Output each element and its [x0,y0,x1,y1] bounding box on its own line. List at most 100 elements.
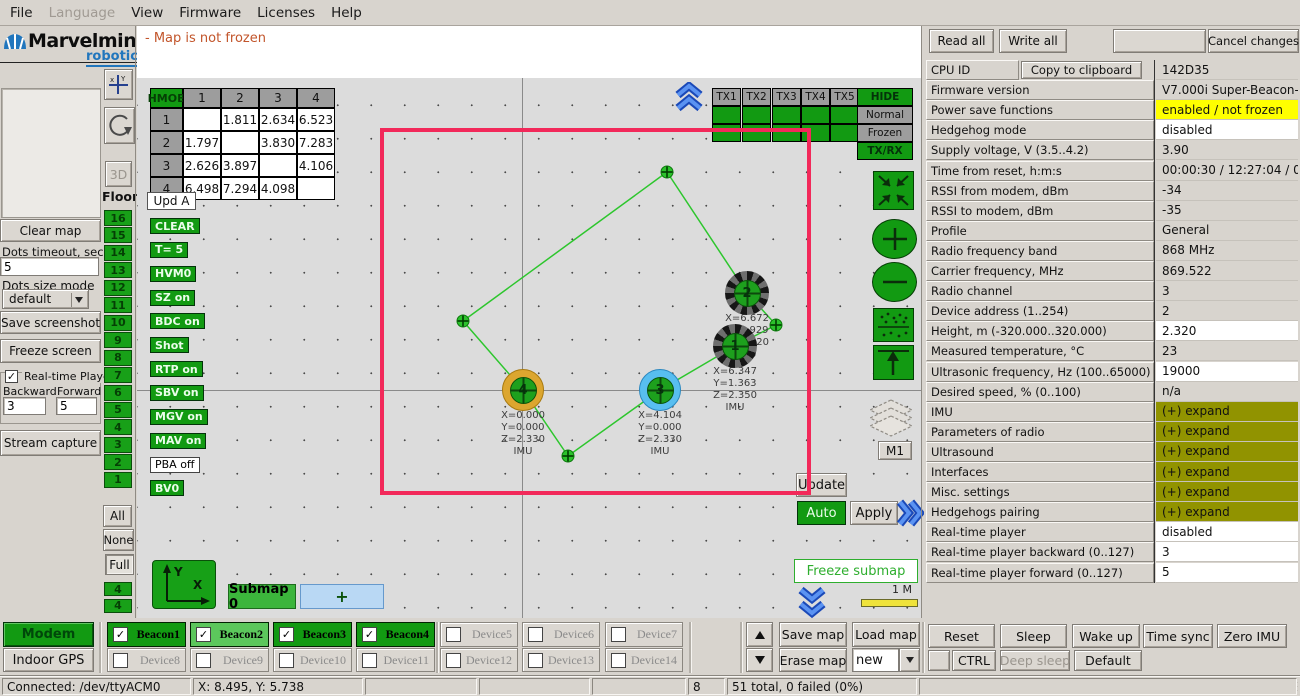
param-label-ultrasonic-frequency-hz-100-65000-[interactable]: Ultrasonic frequency, Hz (100..65000) [926,362,1154,382]
tx-side-normal[interactable]: Normal [857,106,913,124]
chevron-down-icon[interactable] [71,293,85,307]
param-label-rssi-to-modem-dbm[interactable]: RSSI to modem, dBm [926,201,1154,221]
param-value-interfaces[interactable]: (+) expand [1156,462,1298,482]
map-button-sbv-on[interactable]: SBV on [150,385,204,401]
map-name-dropdown-button[interactable] [899,648,920,672]
param-label-real-time-player[interactable]: Real-time player [926,522,1154,542]
map-button-bv0[interactable]: BV0 [150,480,184,496]
floor-button-12[interactable]: 12 [104,280,132,296]
tx-side-frozen[interactable]: Frozen [857,124,913,142]
reset-button[interactable]: Reset [928,624,995,648]
param-value-height-m-320-000-320-000-[interactable]: 2.320 [1156,321,1298,341]
param-label-ultrasound[interactable]: Ultrasound [926,442,1154,462]
floor-button-16[interactable]: 16 [104,210,132,226]
param-label-supply-voltage-v-3-5-4-2-[interactable]: Supply voltage, V (3.5..4.2) [926,140,1154,160]
floor-button-9[interactable]: 9 [104,332,132,348]
floor-button-11[interactable]: 11 [104,297,132,313]
copy-to-clipboard-button[interactable]: Copy to clipboard [1021,61,1142,79]
tx-cell[interactable] [830,124,859,142]
auto-button[interactable]: Auto [797,501,846,525]
tx-side-hide[interactable]: HIDE [857,88,913,106]
param-label-misc-settings[interactable]: Misc. settings [926,482,1154,502]
tx-side-tx-rx[interactable]: TX/RX [857,142,913,160]
map-button-rtp-on[interactable]: RTP on [150,361,203,377]
floors-all-button[interactable]: All [103,505,132,527]
map-button-sz-on[interactable]: SZ on [150,290,195,306]
param-value-real-time-player-forward-0-127-[interactable]: 5 [1156,563,1298,583]
device-cell-device7[interactable]: Device7 [605,622,683,647]
menu-help[interactable]: Help [331,5,362,21]
param-label-parameters-of-radio[interactable]: Parameters of radio [926,422,1154,442]
scroll-devices-up-button[interactable] [746,622,773,647]
floor-button-6[interactable]: 6 [104,385,132,401]
floor-button-1[interactable]: 1 [104,472,132,488]
dots-mode-button[interactable] [873,308,914,342]
zero-imu-button[interactable]: Zero IMU [1217,624,1287,648]
floor-button-15[interactable]: 15 [104,227,132,243]
axes-view-button[interactable]: x Y [104,69,133,100]
stream-capture-button[interactable]: Stream capture [0,430,101,456]
backward-input[interactable] [3,397,46,415]
wake-up-button[interactable]: Wake up [1072,624,1140,648]
sleep-button[interactable]: Sleep [1000,624,1067,648]
layers-icon[interactable] [866,398,916,440]
ctrl-button[interactable]: CTRL [952,650,996,671]
map-button-shot[interactable]: Shot [150,337,189,353]
device-cell-device10[interactable]: Device10 [273,648,352,672]
beacon-cell-beacon4[interactable]: ✓Beacon4 [356,622,435,647]
param-label-interfaces[interactable]: Interfaces [926,462,1154,482]
checked-checkbox[interactable]: ✓ [196,627,211,642]
param-label-time-from-reset-h-m-s[interactable]: Time from reset, h:m:s [926,161,1154,181]
param-label-radio-channel[interactable]: Radio channel [926,281,1154,301]
tx-cell[interactable] [772,106,801,124]
scroll-devices-down-button[interactable] [746,648,773,672]
device-cell-device8[interactable]: Device8 [107,648,186,672]
map-button-clear[interactable]: CLEAR [150,218,200,234]
param-value-hedgehogs-pairing[interactable]: (+) expand [1156,502,1298,522]
param-label-real-time-player-backward-0-127-[interactable]: Real-time player backward (0..127) [926,542,1154,562]
floor-button-13[interactable]: 13 [104,262,132,278]
floor-button-7[interactable]: 7 [104,367,132,383]
tx-cell[interactable] [712,106,741,124]
floor-button-2[interactable]: 2 [104,454,132,470]
param-label-real-time-player-forward-0-127-[interactable]: Real-time player forward (0..127) [926,563,1154,583]
unchecked-checkbox[interactable] [528,627,543,642]
left-list-panel[interactable] [1,88,101,218]
deep-sleep-button[interactable]: Deep sleep [1000,650,1070,671]
add-submap-button[interactable]: + [300,584,384,609]
menu-language[interactable]: Language [49,5,116,21]
extra-floor-button[interactable]: 4 [104,599,132,613]
floor-button-4[interactable]: 4 [104,419,132,435]
menu-licenses[interactable]: Licenses [257,5,315,21]
map-axis-button[interactable]: Y X [152,560,216,609]
param-value-real-time-player-backward-0-127-[interactable]: 3 [1156,542,1298,562]
floor-button-10[interactable]: 10 [104,315,132,331]
checked-checkbox[interactable]: ✓ [279,627,294,642]
param-label-height-m-320-000-320-000-[interactable]: Height, m (-320.000..320.000) [926,321,1154,341]
device-cell-device11[interactable]: Device11 [356,648,435,672]
zoom-in-button[interactable] [872,219,917,259]
tx-cell[interactable] [742,106,771,124]
floor-button-8[interactable]: 8 [104,350,132,366]
param-label-rssi-from-modem-dbm[interactable]: RSSI from modem, dBm [926,181,1154,201]
param-value-real-time-player[interactable]: disabled [1156,522,1298,542]
floor-button-3[interactable]: 3 [104,437,132,453]
read-all-button[interactable]: Read all [929,29,994,53]
floors-none-button[interactable]: None [103,529,134,551]
default-button[interactable]: Default [1074,650,1142,671]
param-value-ultrasonic-frequency-hz-100-65000-[interactable]: 19000 [1156,362,1298,382]
param-value-parameters-of-radio[interactable]: (+) expand [1156,422,1298,442]
param-label-profile[interactable]: Profile [926,221,1154,241]
zoom-out-button[interactable] [872,262,917,302]
collapse-up-icon[interactable] [674,82,704,113]
unchecked-checkbox[interactable] [611,653,626,668]
dots-timeout-input[interactable] [0,257,99,276]
freeze-submap-button[interactable]: Freeze submap [794,559,918,583]
map-button-mav-on[interactable]: MAV on [150,433,206,449]
load-map-button[interactable]: Load map [852,622,920,647]
extra-floor-button[interactable]: 4 [104,582,132,596]
param-label-firmware-version[interactable]: Firmware version [926,80,1154,100]
param-label-imu[interactable]: IMU [926,402,1154,422]
menu-file[interactable]: File [10,5,33,21]
param-label-power-save-functions[interactable]: Power save functions [926,100,1154,120]
